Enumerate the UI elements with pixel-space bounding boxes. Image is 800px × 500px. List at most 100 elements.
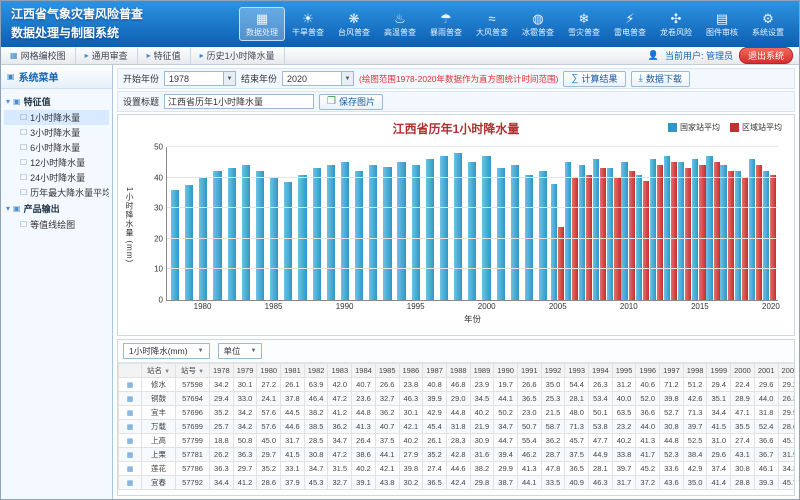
year-header[interactable]: 2000 <box>731 364 755 378</box>
data-download-label: 数据下载 <box>646 72 682 85</box>
tab-item[interactable]: ▸历史1小时降水量 <box>191 47 285 64</box>
module-item[interactable]: ≈大风普查 <box>469 7 515 41</box>
year-header[interactable]: 1985 <box>375 364 399 378</box>
unit-filter-chip[interactable]: 单位 ▼ <box>218 343 263 359</box>
bar-group <box>338 147 352 300</box>
module-item[interactable]: ☂暴雨普查 <box>423 7 469 41</box>
tree-item[interactable]: ☐历年最大降水量平均值 <box>4 185 109 200</box>
module-item[interactable]: ⚡雷电普查 <box>607 7 653 41</box>
row-select-cell[interactable]: ▦ <box>119 392 142 406</box>
year-header[interactable]: 1991 <box>517 364 541 378</box>
y-tick-label: 20 <box>154 234 163 243</box>
year-header[interactable]: 1994 <box>589 364 613 378</box>
module-item[interactable]: ☀干旱普查 <box>285 7 331 41</box>
value-cell: 25.7 <box>210 420 234 434</box>
tree-item[interactable]: ☐6小时降水量 <box>4 140 109 155</box>
value-cell: 29.8 <box>470 476 494 490</box>
value-cell: 47.8 <box>541 462 565 476</box>
bar-group <box>380 147 394 300</box>
table-head: 站名 ▼站号 ▼19781979198019811982198319841985… <box>119 364 795 378</box>
station-id-header[interactable]: 站号 ▼ <box>176 364 210 378</box>
value-cell: 29.7 <box>257 448 281 462</box>
station-name-header[interactable]: 站名 ▼ <box>142 364 176 378</box>
tree-group[interactable]: ▾▣特征值 <box>4 93 109 110</box>
module-item[interactable]: ❄雪灾普查 <box>561 7 607 41</box>
year-header[interactable]: 1987 <box>423 364 447 378</box>
bar-group <box>281 147 295 300</box>
module-label: 暴雨普查 <box>430 28 462 37</box>
start-year-value: 1978 <box>169 74 189 84</box>
calc-result-button[interactable]: ∑ 计算结果 <box>563 71 625 87</box>
year-header[interactable]: 1982 <box>304 364 328 378</box>
module-item[interactable]: ❋台风普查 <box>331 7 377 41</box>
year-header[interactable]: 1980 <box>257 364 281 378</box>
checkbox-icon: ☐ <box>20 143 27 152</box>
year-header[interactable]: 1988 <box>446 364 470 378</box>
value-cell: 23.6 <box>352 392 376 406</box>
tree-item-label: 12小时降水量 <box>30 156 85 169</box>
bar-group <box>494 147 508 300</box>
bar-national <box>497 168 505 300</box>
precip-filter-chip[interactable]: 1小时降水(mm) ▼ <box>123 343 210 359</box>
tree-item[interactable]: ☐3小时降水量 <box>4 125 109 140</box>
year-header[interactable]: 1992 <box>541 364 565 378</box>
year-header[interactable]: 1995 <box>612 364 636 378</box>
row-icon: ▦ <box>127 438 134 445</box>
value-cell: 26.6 <box>517 378 541 392</box>
tree-group[interactable]: ▾▣产品输出 <box>4 200 109 217</box>
year-header[interactable]: 1990 <box>494 364 518 378</box>
row-select-cell[interactable]: ▦ <box>119 448 142 462</box>
value-cell: 33.5 <box>541 476 565 490</box>
year-header[interactable]: 1999 <box>707 364 731 378</box>
bar-group <box>267 147 281 300</box>
year-header[interactable]: 1996 <box>636 364 660 378</box>
row-select-cell[interactable]: ▦ <box>119 462 142 476</box>
row-select-cell[interactable]: ▦ <box>119 406 142 420</box>
year-header[interactable]: 1983 <box>328 364 352 378</box>
tab-item[interactable]: ▦网格编校图 <box>1 47 76 64</box>
end-year-select[interactable]: 2020 ▼ <box>282 71 354 86</box>
tree-item[interactable]: ☐12小时降水量 <box>4 155 109 170</box>
bar-national <box>228 168 236 300</box>
start-year-select[interactable]: 1978 ▼ <box>164 71 236 86</box>
year-header[interactable]: 1979 <box>233 364 257 378</box>
year-header[interactable]: 1984 <box>352 364 376 378</box>
data-download-button[interactable]: ⤓ 数据下载 <box>631 71 690 87</box>
year-header[interactable]: 1998 <box>683 364 707 378</box>
module-item[interactable]: ✣龙卷风险 <box>653 7 699 41</box>
year-header[interactable]: 1993 <box>565 364 589 378</box>
module-item[interactable]: ♨高温普查 <box>377 7 423 41</box>
bar-national <box>565 162 571 300</box>
logout-button[interactable]: 退出系统 <box>739 47 793 64</box>
module-item[interactable]: ▤图件审核 <box>699 7 745 41</box>
module-item[interactable]: ▦数据处理 <box>239 7 285 41</box>
module-item[interactable]: ⚙系统设置 <box>745 7 791 41</box>
row-select-cell[interactable]: ▦ <box>119 420 142 434</box>
value-cell: 42.6 <box>683 392 707 406</box>
row-select-cell[interactable]: ▦ <box>119 378 142 392</box>
bar-national <box>397 162 405 300</box>
module-item[interactable]: ◍冰雹普查 <box>515 7 561 41</box>
bar-group <box>479 147 493 300</box>
year-header[interactable]: 1986 <box>399 364 423 378</box>
year-header[interactable]: 1997 <box>660 364 684 378</box>
tree-item[interactable]: ☐1小时降水量 <box>4 110 109 125</box>
user-info: 👤 当前用户: 管理员 退出系统 <box>648 47 799 64</box>
download-icon: ⤓ <box>639 73 643 84</box>
tab-item[interactable]: ▸特征值 <box>138 47 191 64</box>
save-image-button[interactable]: ❐ 保存图片 <box>319 94 383 110</box>
table-scroll[interactable]: 站名 ▼站号 ▼19781979198019811982198319841985… <box>118 363 794 495</box>
station-name-cell: 上栗 <box>142 448 176 462</box>
year-header[interactable]: 2002 <box>778 364 794 378</box>
tree-item[interactable]: ☐等值线绘图 <box>4 217 109 232</box>
row-select-cell[interactable]: ▦ <box>119 434 142 448</box>
row-select-cell[interactable]: ▦ <box>119 476 142 490</box>
tab-item[interactable]: ▸通用审查 <box>76 47 138 64</box>
menu-icon: ▣ <box>7 72 15 81</box>
year-header[interactable]: 2001 <box>754 364 778 378</box>
chart-title-input[interactable] <box>164 94 314 109</box>
year-header[interactable]: 1981 <box>281 364 305 378</box>
year-header[interactable]: 1978 <box>210 364 234 378</box>
tree-item[interactable]: ☐24小时降水量 <box>4 170 109 185</box>
year-header[interactable]: 1989 <box>470 364 494 378</box>
